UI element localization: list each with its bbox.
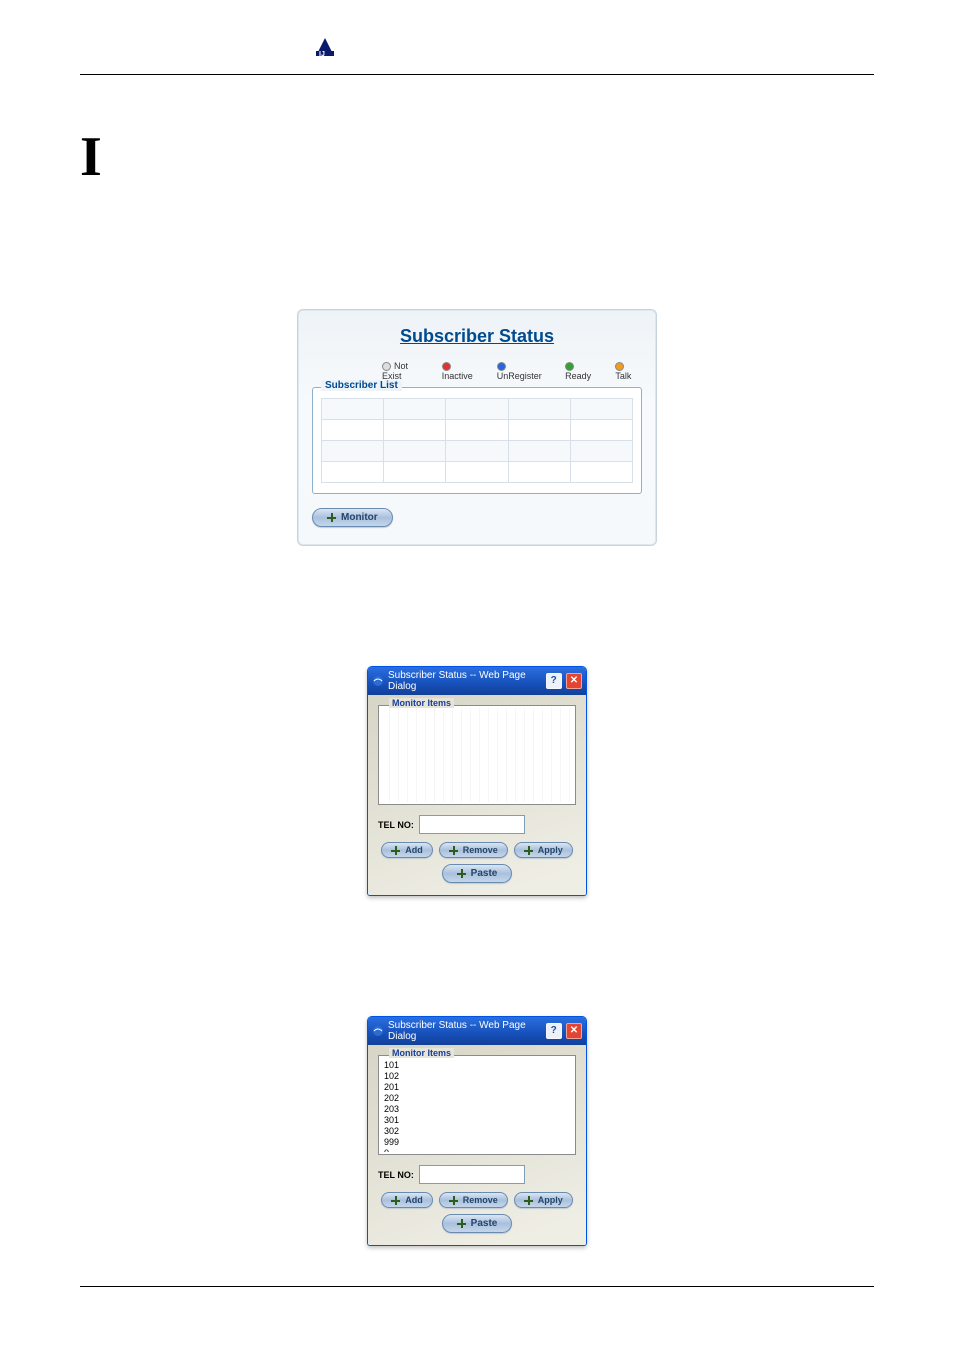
add-button[interactable]: Add <box>381 1192 433 1208</box>
remove-button-label: Remove <box>463 845 498 855</box>
status-label-unregister: UnRegister <box>497 371 542 381</box>
subscriber-list-legend: Subscriber List <box>321 380 402 391</box>
body-text <box>80 229 874 269</box>
dialog-help-button[interactable]: ? <box>546 1023 562 1039</box>
status-dot-unregister-icon <box>497 362 506 371</box>
monitor-items-legend: Monitor Items <box>389 1048 454 1058</box>
plus-icon <box>449 846 458 855</box>
remove-button[interactable]: Remove <box>439 1192 508 1208</box>
ie-icon <box>372 675 384 687</box>
monitor-button[interactable]: Monitor <box>312 508 393 527</box>
logo: IJ <box>310 36 340 62</box>
monitor-item[interactable]: 999 <box>384 1137 570 1148</box>
svg-text:IJ: IJ <box>319 51 325 58</box>
monitor-items-fieldset: Monitor Items <box>378 705 576 805</box>
page-footer-rule <box>80 1286 874 1287</box>
monitor-item[interactable]: 302 <box>384 1126 570 1137</box>
subscriber-status-title: Subscriber Status <box>312 326 642 347</box>
status-label-ready: Ready <box>565 371 591 381</box>
telno-input[interactable] <box>419 815 525 834</box>
status-dot-ready-icon <box>565 362 574 371</box>
monitor-item[interactable]: 201 <box>384 1082 570 1093</box>
chapter-marker: I <box>80 125 874 189</box>
paste-button[interactable]: Paste <box>442 1214 513 1233</box>
plus-icon <box>457 1219 466 1228</box>
monitor-item[interactable]: 102 <box>384 1071 570 1082</box>
figure-monitor-dialog-blank: Subscriber Status -- Web Page Dialog ? ✕… <box>297 666 657 896</box>
subscriber-list-fieldset: Subscriber List <box>312 387 642 494</box>
plus-icon <box>391 846 400 855</box>
plus-icon <box>449 1196 458 1205</box>
monitor-item[interactable]: 0 <box>384 1148 570 1152</box>
dialog-title-text: Subscriber Status -- Web Page Dialog <box>388 670 538 692</box>
plus-icon <box>391 1196 400 1205</box>
status-dot-not-exist-icon <box>382 362 391 371</box>
remove-button[interactable]: Remove <box>439 842 508 858</box>
monitor-items-fieldset: Monitor Items 10110220120220330130299901 <box>378 1055 576 1155</box>
figure-monitor-dialog-filled: Subscriber Status -- Web Page Dialog ? ✕… <box>297 1016 657 1246</box>
remove-button-label: Remove <box>463 1195 498 1205</box>
monitor-item[interactable]: 301 <box>384 1115 570 1126</box>
page-header: IJ <box>80 40 874 75</box>
telno-label: TEL NO: <box>378 820 414 830</box>
monitor-item[interactable]: 101 <box>384 1060 570 1071</box>
apply-button[interactable]: Apply <box>514 1192 573 1208</box>
monitor-items-list[interactable]: 10110220120220330130299901 <box>381 1058 573 1152</box>
telno-input[interactable] <box>419 1165 525 1184</box>
subscriber-list-table <box>321 398 633 483</box>
status-dot-talk-icon <box>615 362 624 371</box>
monitor-items-legend: Monitor Items <box>389 698 454 708</box>
monitor-button-label: Monitor <box>341 512 378 523</box>
apply-button-label: Apply <box>538 1195 563 1205</box>
plus-icon <box>457 869 466 878</box>
plus-icon <box>524 1196 533 1205</box>
status-label-inactive: Inactive <box>442 371 473 381</box>
paste-button[interactable]: Paste <box>442 864 513 883</box>
status-dot-inactive-icon <box>442 362 451 371</box>
add-button[interactable]: Add <box>381 842 433 858</box>
dialog-titlebar: Subscriber Status -- Web Page Dialog ? ✕ <box>368 1017 586 1045</box>
dialog-title-text: Subscriber Status -- Web Page Dialog <box>388 1020 538 1042</box>
dialog-titlebar: Subscriber Status -- Web Page Dialog ? ✕ <box>368 667 586 695</box>
figure-subscriber-status-panel: Subscriber Status Not Exist Inactive UnR… <box>297 309 657 546</box>
add-button-label: Add <box>405 845 423 855</box>
telno-label: TEL NO: <box>378 1170 414 1180</box>
dialog-close-button[interactable]: ✕ <box>566 673 582 689</box>
apply-button-label: Apply <box>538 845 563 855</box>
paste-button-label: Paste <box>471 868 498 879</box>
plus-icon <box>327 513 336 522</box>
paste-button-label: Paste <box>471 1218 498 1229</box>
monitor-items-list[interactable] <box>381 708 573 802</box>
monitor-item[interactable]: 202 <box>384 1093 570 1104</box>
dialog-close-button[interactable]: ✕ <box>566 1023 582 1039</box>
monitor-item[interactable]: 203 <box>384 1104 570 1115</box>
status-legend: Not Exist Inactive UnRegister Ready Talk <box>382 361 642 381</box>
add-button-label: Add <box>405 1195 423 1205</box>
apply-button[interactable]: Apply <box>514 842 573 858</box>
plus-icon <box>524 846 533 855</box>
status-label-talk: Talk <box>615 371 631 381</box>
ie-icon <box>372 1025 384 1037</box>
dialog-help-button[interactable]: ? <box>546 673 562 689</box>
